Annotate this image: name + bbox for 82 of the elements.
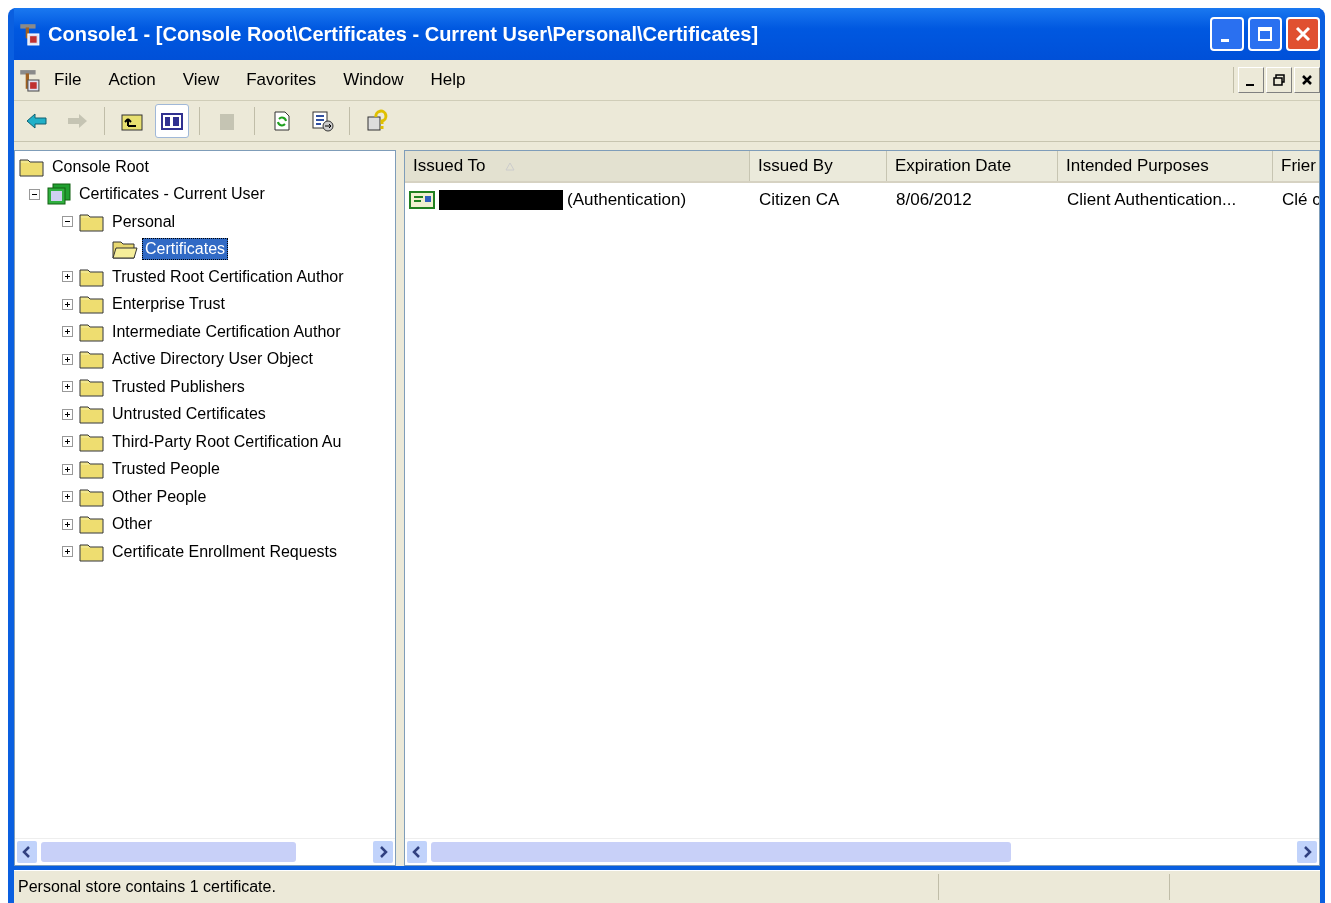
tree-item[interactable]: Intermediate Certification Author (109, 320, 344, 343)
folder-icon (79, 321, 105, 342)
tree-item[interactable]: Other People (109, 485, 210, 508)
folder-icon (79, 294, 105, 315)
folder-icon (79, 349, 105, 370)
column-header[interactable]: Frier (1273, 151, 1319, 181)
restore-icon (1273, 74, 1285, 86)
minimize-icon (1246, 84, 1254, 86)
folder-icon (79, 266, 105, 287)
open-folder-icon (112, 239, 138, 260)
tree-item[interactable]: Enterprise Trust (109, 293, 228, 316)
list-export-icon (309, 109, 335, 133)
close-icon (1295, 26, 1311, 42)
hammer-icon (18, 22, 40, 46)
expander-icon[interactable] (62, 491, 73, 503)
menu-item[interactable]: Favorites (246, 70, 330, 90)
scroll-right-icon[interactable] (1297, 841, 1317, 863)
expander-icon[interactable] (62, 298, 73, 310)
column-header[interactable]: Expiration Date (887, 151, 1058, 181)
tree-item[interactable]: Personal (109, 210, 179, 233)
tree-item[interactable]: Certificates (142, 238, 229, 261)
expander-icon[interactable] (62, 408, 73, 420)
scroll-left-icon[interactable] (17, 841, 37, 863)
tree-item[interactable]: Certificates - Current User (76, 183, 268, 206)
folder-icon (19, 156, 45, 177)
status-text: Personal store contains 1 certificate. (17, 878, 277, 896)
maximize-icon (1257, 26, 1273, 42)
tree-button[interactable] (155, 104, 189, 138)
folder-icon (79, 459, 105, 480)
close-button[interactable] (1294, 67, 1320, 93)
certificate-icon (409, 191, 435, 209)
tree-item[interactable]: Certificate Enrollment Requests (109, 540, 340, 563)
certificate-icon (46, 183, 72, 206)
menu-item[interactable]: Window (343, 70, 417, 90)
folder-icon (79, 514, 105, 535)
column-header[interactable]: Intended Purposes (1058, 151, 1273, 181)
folder-icon (79, 376, 105, 397)
folder-icon (79, 541, 105, 562)
column-header[interactable]: Issued By (750, 151, 887, 181)
tree-item[interactable]: Trusted Root Certification Author (109, 265, 347, 288)
tree-item[interactable]: Other (109, 513, 155, 536)
menu-item[interactable]: File (54, 70, 95, 90)
tree-item[interactable]: Untrusted Certificates (109, 403, 269, 426)
expander-icon[interactable] (62, 518, 73, 530)
folder-icon (79, 211, 105, 232)
expander-icon[interactable] (62, 463, 73, 475)
expander-icon[interactable] (62, 271, 73, 283)
expander-icon[interactable] (62, 546, 73, 558)
maximize-button[interactable] (1248, 17, 1282, 51)
horizontal-scrollbar[interactable] (15, 838, 395, 865)
expander-icon[interactable] (62, 381, 73, 393)
table-cell: (Authentication) (567, 190, 687, 210)
scroll-left-icon[interactable] (407, 841, 427, 863)
minimize-button[interactable] (1238, 67, 1264, 93)
tree-item[interactable]: Trusted People (109, 458, 223, 481)
folder-icon (79, 404, 105, 425)
hammer-icon (18, 67, 40, 93)
window-title: Console1 - [Console Root\Certificates - Current User\Personal\Certificates] (48, 22, 760, 46)
tree-item[interactable]: Active Directory User Object (109, 348, 316, 371)
column-header[interactable]: Issued To (405, 151, 750, 181)
scroll-right-icon[interactable] (373, 841, 393, 863)
horizontal-scrollbar[interactable] (405, 838, 1319, 865)
table-cell: Client Authentication... (1067, 190, 1237, 210)
restore-button[interactable] (1266, 67, 1292, 93)
table-cell: Citizen CA (759, 190, 840, 210)
tree-item[interactable]: Third-Party Root Certification Au (109, 430, 345, 453)
folder-icon (79, 431, 105, 452)
expander-icon[interactable] (29, 188, 40, 200)
menu-item[interactable]: Action (108, 70, 169, 90)
menu-item[interactable]: Help (430, 70, 479, 90)
close-icon (1301, 74, 1313, 86)
tree-item[interactable]: Console Root (49, 155, 152, 178)
expander-icon[interactable] (62, 326, 73, 338)
expander-icon[interactable] (62, 436, 73, 448)
menu-item[interactable]: View (182, 70, 233, 90)
expander-icon[interactable] (62, 353, 73, 365)
minimize-icon (1221, 38, 1229, 42)
folder-icon (79, 486, 105, 507)
table-cell: 8/06/2012 (896, 190, 972, 210)
tree-item[interactable]: Trusted Publishers (109, 375, 248, 398)
help-icon (364, 109, 390, 133)
expander-icon[interactable] (62, 216, 73, 228)
